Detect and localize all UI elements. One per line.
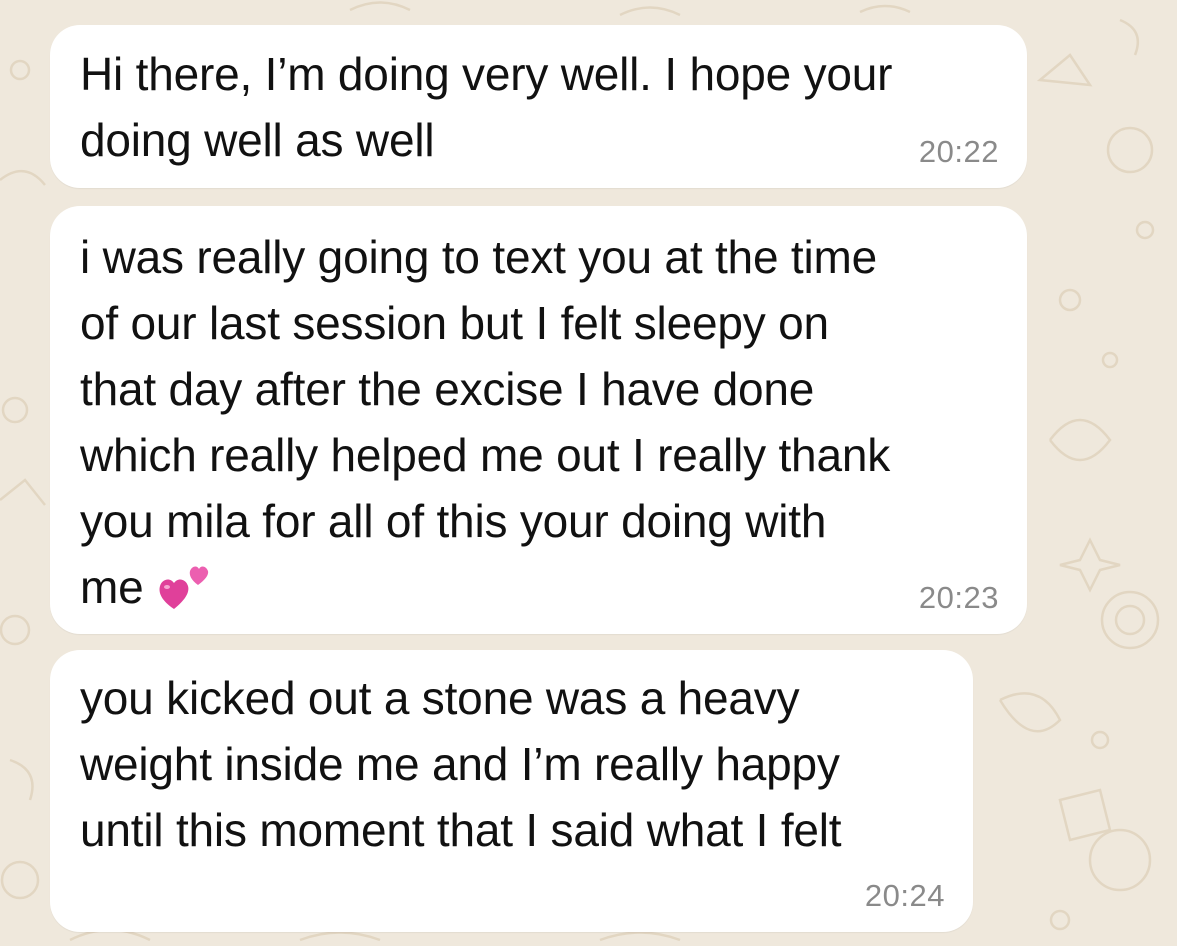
message-bubble[interactable]: you kicked out a stone was a heavy weigh… bbox=[50, 650, 973, 932]
message-timestamp: 20:22 bbox=[918, 134, 999, 169]
message-text: Hi there, I’m doing very well. I hope yo… bbox=[80, 48, 893, 166]
message-timestamp: 20:24 bbox=[864, 878, 945, 913]
message-text-content: i was really going to text you at the ti… bbox=[80, 231, 891, 613]
message-timestamp: 20:23 bbox=[918, 580, 999, 615]
two-hearts-icon bbox=[159, 566, 208, 609]
chat-thread[interactable]: Hi there, I’m doing very well. I hope yo… bbox=[0, 0, 1177, 946]
message-text: i was really going to text you at the ti… bbox=[80, 224, 999, 620]
message-bubble[interactable]: i was really going to text you at the ti… bbox=[50, 206, 1027, 634]
message-text: you kicked out a stone was a heavy weigh… bbox=[80, 672, 842, 856]
message-bubble[interactable]: Hi there, I’m doing very well. I hope yo… bbox=[50, 25, 1027, 188]
